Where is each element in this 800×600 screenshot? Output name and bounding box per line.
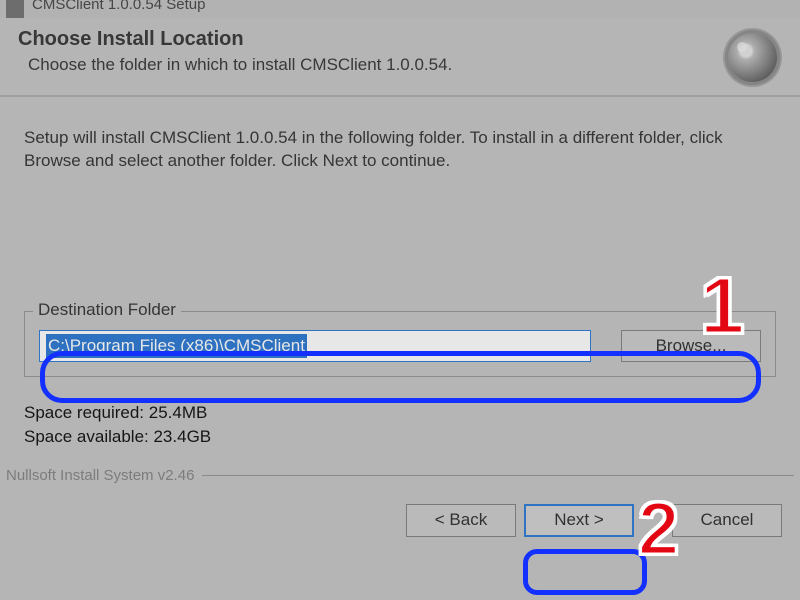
instructions-text: Setup will install CMSClient 1.0.0.54 in… [24, 127, 776, 173]
install-path-value: C:\Program Files (x86)\CMSClient [46, 334, 307, 358]
cancel-button[interactable]: Cancel [672, 504, 782, 537]
window-title: CMSClient 1.0.0.54 Setup [32, 0, 794, 13]
app-icon [6, 0, 24, 18]
installer-branding: Nullsoft Install System v2.46 [6, 467, 202, 484]
annotation-highlight-2 [523, 549, 647, 595]
destination-folder-legend: Destination Folder [33, 300, 181, 320]
browse-button[interactable]: Browse... [621, 330, 761, 362]
camera-lens-icon [725, 30, 780, 85]
page-title: Choose Install Location [18, 28, 725, 51]
space-info: Space required: 25.4MB Space available: … [0, 403, 800, 447]
wizard-header: Choose Install Location Choose the folde… [0, 18, 800, 97]
install-path-input[interactable]: C:\Program Files (x86)\CMSClient [39, 330, 591, 362]
wizard-footer: < Back Next > Cancel [0, 484, 800, 537]
separator-line [202, 475, 794, 476]
page-subtitle: Choose the folder in which to install CM… [28, 55, 725, 75]
back-button[interactable]: < Back [406, 504, 516, 537]
space-required: Space required: 25.4MB [24, 403, 800, 423]
footer-separator: Nullsoft Install System v2.46 [0, 467, 800, 484]
next-button[interactable]: Next > [524, 504, 634, 537]
titlebar: CMSClient 1.0.0.54 Setup [0, 0, 800, 18]
space-available: Space available: 23.4GB [24, 427, 800, 447]
destination-folder-group: Destination Folder C:\Program Files (x86… [24, 311, 776, 377]
